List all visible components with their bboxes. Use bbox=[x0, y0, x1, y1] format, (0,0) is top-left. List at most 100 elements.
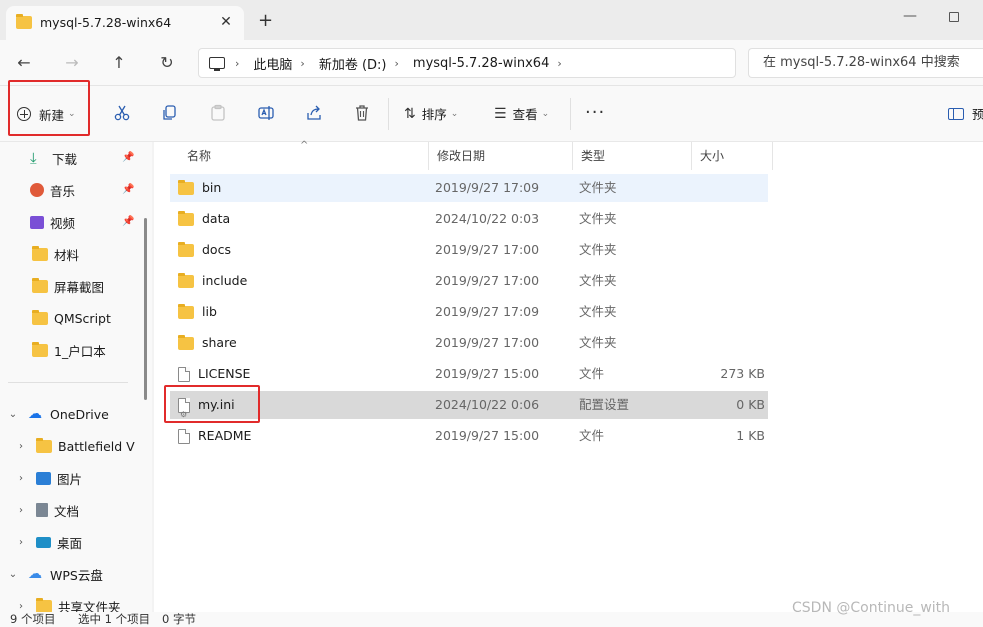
sidebar-item-label: 共享文件夹 bbox=[58, 599, 121, 613]
sidebar-item-pictures[interactable]: › 图片 bbox=[14, 464, 82, 492]
file-name: lib bbox=[202, 304, 217, 319]
sidebar-item-qmscript[interactable]: QMScript bbox=[32, 304, 111, 332]
sidebar-item-onedrive[interactable]: ⌄ ☁ OneDrive bbox=[6, 400, 109, 428]
breadcrumb-separator[interactable]: › bbox=[300, 57, 304, 70]
sidebar-item-shared[interactable]: › 共享文件夹 bbox=[14, 592, 121, 612]
chevron-down-icon[interactable]: ⌄ bbox=[6, 409, 20, 420]
pin-icon[interactable]: 📌 bbox=[122, 216, 134, 227]
pin-icon[interactable]: 📌 bbox=[122, 152, 134, 163]
folder-icon bbox=[32, 341, 48, 357]
table-row[interactable]: bin 2019/9/27 17:09 文件夹 bbox=[170, 174, 768, 202]
column-header-type[interactable]: 类型 bbox=[573, 142, 692, 170]
file-type: 文件夹 bbox=[579, 335, 617, 350]
sidebar-item-videos[interactable]: 视频 bbox=[30, 208, 75, 236]
table-row[interactable]: my.ini 2024/10/22 0:06 配置设置 0 KB bbox=[170, 391, 768, 429]
file-type: 配置设置 bbox=[579, 397, 630, 412]
column-header-name[interactable]: 名称 bbox=[179, 142, 429, 170]
file-date: 2019/9/27 17:00 bbox=[435, 273, 540, 288]
more-options-button[interactable]: ··· bbox=[585, 102, 605, 123]
sidebar-item-music[interactable]: 音乐 bbox=[30, 176, 75, 204]
breadcrumb-item-mysql[interactable]: mysql-5.7.28-winx64 bbox=[413, 56, 549, 71]
search-input[interactable]: 在 mysql-5.7.28-winx64 中搜索 bbox=[748, 48, 983, 78]
close-icon[interactable]: ✕ bbox=[216, 12, 236, 32]
breadcrumb-item-this-pc[interactable]: 此电脑 bbox=[253, 54, 292, 73]
tab-mysql[interactable]: mysql-5.7.28-winx64 ✕ bbox=[6, 6, 244, 40]
sidebar-item-label: 音乐 bbox=[50, 183, 76, 199]
rename-icon[interactable] bbox=[256, 104, 276, 124]
minimize-button[interactable]: — bbox=[896, 8, 924, 28]
forward-button[interactable]: → bbox=[58, 50, 86, 76]
sidebar-item-label: 1_户口本 bbox=[54, 343, 106, 359]
file-list: ^ 名称 修改日期 类型 大小 bin 2019/9/27 17:09 文件夹 … bbox=[154, 140, 983, 612]
sidebar-item-screenshots[interactable]: 屏幕截图 bbox=[32, 272, 104, 300]
view-button[interactable]: ☰ 查看 ⌄ bbox=[494, 104, 549, 123]
command-bar: 新建 ⌄ ⇅ 排序 ⌄ ☰ 查看 ⌄ ··· 预 bbox=[0, 80, 983, 142]
toolbar-divider bbox=[388, 98, 389, 130]
file-type: 文件夹 bbox=[579, 304, 617, 319]
preview-pane-button[interactable]: 预 bbox=[948, 104, 983, 123]
share-icon[interactable] bbox=[304, 104, 324, 124]
breadcrumb-separator[interactable]: › bbox=[557, 57, 561, 70]
file-name: include bbox=[202, 273, 248, 288]
tab-title: mysql-5.7.28-winx64 bbox=[40, 15, 172, 30]
sidebar-item-battlefield[interactable]: › Battlefield V bbox=[14, 432, 135, 460]
selected-count: 选中 1 个项目 bbox=[78, 612, 151, 626]
documents-icon bbox=[36, 503, 48, 517]
folder-icon bbox=[178, 210, 194, 226]
sidebar-item-label: QMScript bbox=[54, 310, 111, 326]
file-size: 1 KB bbox=[736, 428, 765, 443]
chevron-right-icon[interactable]: › bbox=[14, 537, 28, 548]
maximize-button[interactable] bbox=[944, 8, 964, 28]
pin-icon[interactable]: 📌 bbox=[122, 184, 134, 195]
delete-icon[interactable] bbox=[352, 104, 372, 124]
breadcrumb-separator[interactable]: › bbox=[235, 57, 239, 70]
file-name: my.ini bbox=[198, 397, 235, 412]
new-label: 新建 bbox=[39, 107, 65, 123]
file-name: README bbox=[198, 428, 252, 443]
refresh-button[interactable]: ↻ bbox=[153, 50, 181, 76]
table-row[interactable]: share 2019/9/27 17:00 文件夹 bbox=[170, 329, 768, 357]
back-button[interactable]: ← bbox=[10, 50, 38, 76]
breadcrumb-separator[interactable]: › bbox=[395, 57, 399, 70]
sidebar-item-label: 图片 bbox=[57, 471, 83, 487]
table-row[interactable]: data 2024/10/22 0:03 文件夹 bbox=[170, 205, 768, 233]
file-icon bbox=[178, 366, 190, 382]
sidebar-item-documents[interactable]: › 文档 bbox=[14, 496, 79, 524]
up-button[interactable]: ↑ bbox=[105, 50, 133, 76]
chevron-right-icon[interactable]: › bbox=[14, 505, 28, 516]
file-date: 2019/9/27 17:00 bbox=[435, 242, 540, 257]
column-header-modified[interactable]: 修改日期 bbox=[429, 142, 573, 170]
new-tab-button[interactable]: + bbox=[258, 12, 273, 30]
sidebar-item-cailiao[interactable]: 材料 bbox=[32, 240, 79, 268]
chevron-down-icon[interactable]: ⌄ bbox=[6, 569, 20, 580]
new-button[interactable]: 新建 ⌄ bbox=[10, 100, 88, 128]
table-row[interactable]: README 2019/9/27 15:00 文件 1 KB bbox=[170, 422, 768, 450]
sort-button[interactable]: ⇅ 排序 ⌄ bbox=[404, 104, 458, 123]
selected-size: 0 字节 bbox=[162, 612, 196, 626]
tab-bar: mysql-5.7.28-winx64 ✕ + — bbox=[0, 0, 983, 40]
chevron-right-icon[interactable]: › bbox=[14, 441, 28, 452]
folder-icon bbox=[32, 309, 48, 325]
sidebar-item-downloads[interactable]: ⤓ 下载 bbox=[30, 144, 77, 172]
file-date: 2019/9/27 17:00 bbox=[435, 335, 540, 350]
chevron-right-icon[interactable]: › bbox=[14, 473, 28, 484]
breadcrumb[interactable]: › 此电脑 › 新加卷 (D:) › mysql-5.7.28-winx64 › bbox=[198, 48, 736, 78]
file-name: share bbox=[202, 335, 237, 350]
paste-icon[interactable] bbox=[208, 104, 228, 124]
preview-icon bbox=[948, 107, 964, 120]
sidebar-item-label: Battlefield V bbox=[58, 438, 135, 454]
sidebar-scrollbar[interactable] bbox=[144, 218, 147, 400]
table-row[interactable]: LICENSE 2019/9/27 15:00 文件 273 KB bbox=[170, 360, 768, 388]
file-size bbox=[690, 236, 765, 264]
sidebar-item-desktop[interactable]: › 桌面 bbox=[14, 528, 82, 556]
breadcrumb-item-drive-d[interactable]: 新加卷 (D:) bbox=[319, 54, 387, 73]
chevron-right-icon[interactable]: › bbox=[14, 601, 28, 612]
table-row[interactable]: include 2019/9/27 17:00 文件夹 bbox=[170, 267, 768, 295]
column-header-size[interactable]: 大小 bbox=[692, 142, 773, 170]
sidebar-item-wps[interactable]: ⌄ ☁ WPS云盘 bbox=[6, 560, 103, 588]
copy-icon[interactable] bbox=[160, 104, 180, 124]
cut-icon[interactable] bbox=[112, 104, 132, 124]
table-row[interactable]: docs 2019/9/27 17:00 文件夹 bbox=[170, 236, 768, 264]
sidebar-item-hukouben[interactable]: 1_户口本 bbox=[32, 336, 106, 364]
table-row[interactable]: lib 2019/9/27 17:09 文件夹 bbox=[170, 298, 768, 326]
